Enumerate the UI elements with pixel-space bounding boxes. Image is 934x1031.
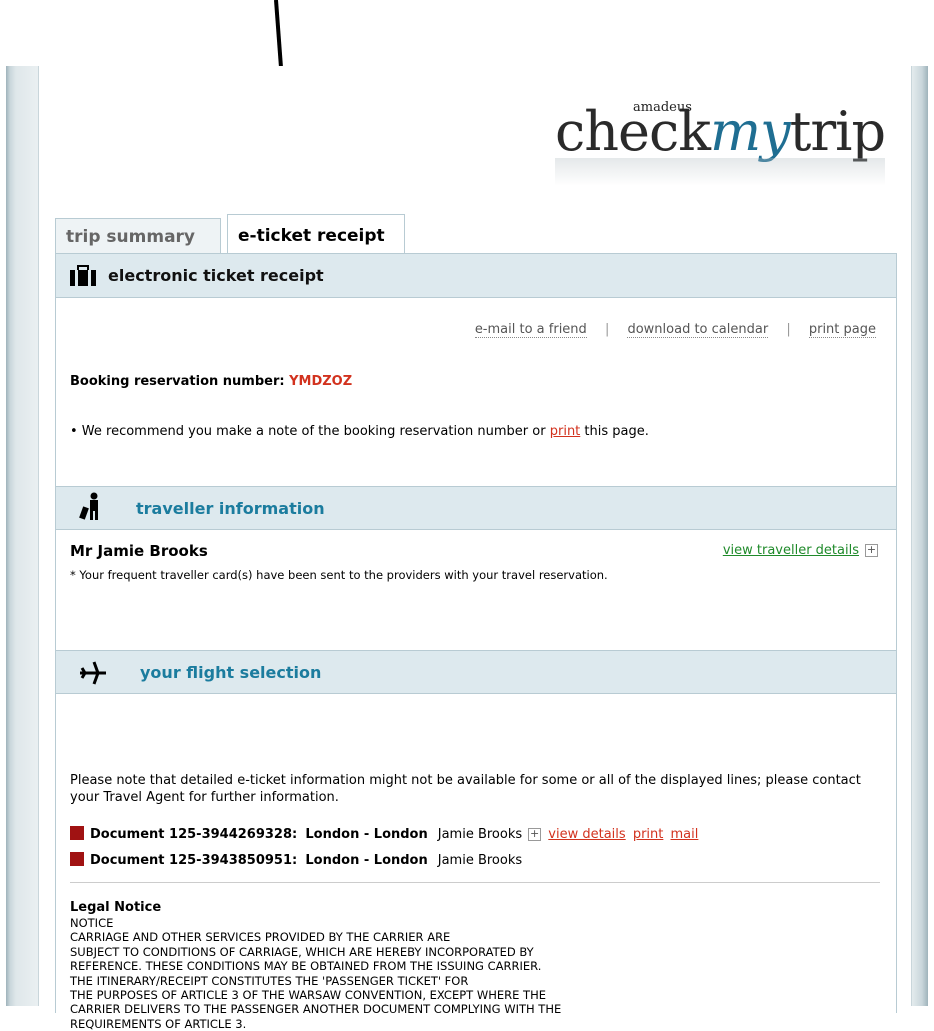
checkmytrip-logo: checkmytrip amadeus: [555, 94, 895, 189]
booking-label: Booking reservation number:: [70, 374, 285, 389]
recommend-note: • We recommend you make a note of the bo…: [70, 424, 649, 439]
view-traveller-details-link[interactable]: view traveller details: [723, 543, 859, 558]
tab-trip-summary[interactable]: trip summary: [55, 218, 221, 254]
booking-reference: Booking reservation number: YMDZOZ: [70, 374, 352, 389]
expand-icon[interactable]: +: [865, 544, 878, 557]
frequent-traveller-note: * Your frequent traveller card(s) have b…: [70, 568, 608, 582]
traveller-name: Mr Jamie Brooks: [70, 542, 208, 560]
download-calendar-link[interactable]: download to calendar: [627, 322, 769, 338]
view-details-link[interactable]: view details: [548, 827, 625, 842]
document-marker: [70, 852, 84, 866]
page-body: checkmytrip amadeus trip summary e-ticke…: [38, 66, 912, 1031]
receipt-actions: e-mail to a friend | download to calenda…: [474, 322, 876, 338]
print-document-link[interactable]: print: [633, 827, 664, 842]
expand-icon[interactable]: +: [528, 828, 542, 841]
logo-wordmark: checkmytrip: [555, 100, 886, 163]
frame-edge: [910, 66, 928, 1006]
traveller-header: traveller information: [56, 486, 896, 530]
recommend-suffix: this page.: [584, 424, 649, 439]
flight-title: your flight selection: [140, 663, 322, 682]
document-row: Document 125-3944269328: London - London…: [70, 826, 698, 842]
legal-title: Legal Notice: [70, 900, 162, 915]
page-frame: checkmytrip amadeus trip summary e-ticke…: [6, 66, 928, 1031]
document-row: Document 125-3943850951: London - London…: [70, 852, 522, 868]
receipt-header: electronic ticket receipt: [56, 254, 896, 298]
separator: |: [786, 322, 791, 337]
flight-note: Please note that detailed e-ticket infor…: [70, 773, 861, 805]
view-traveller: view traveller details +: [723, 543, 878, 558]
tab-e-ticket-receipt[interactable]: e-ticket receipt: [227, 214, 405, 254]
document-passenger: Jamie Brooks: [437, 827, 523, 842]
document-marker: [70, 826, 84, 840]
booking-code: YMDZOZ: [289, 374, 353, 389]
document-label: Document 125-3943850951:: [90, 853, 298, 868]
mail-document-link[interactable]: mail: [671, 827, 699, 842]
traveller-icon: [79, 492, 98, 520]
receipt-title: electronic ticket receipt: [108, 266, 324, 285]
flight-header: your flight selection: [56, 650, 896, 694]
traveller-title: traveller information: [136, 499, 325, 518]
logo-amadeus: amadeus: [633, 100, 692, 115]
document-route: London - London: [305, 853, 428, 868]
logo-reflection: [555, 158, 885, 186]
recommend-text: • We recommend you make a note of the bo…: [70, 424, 546, 439]
email-friend-link[interactable]: e-mail to a friend: [474, 322, 587, 338]
divider: [70, 882, 880, 883]
document-route: London - London: [305, 827, 428, 842]
separator: |: [604, 322, 610, 337]
airplane-icon: [80, 661, 106, 685]
document-passenger: Jamie Brooks: [437, 853, 523, 868]
print-page-link[interactable]: print page: [808, 322, 876, 338]
document-label: Document 125-3944269328:: [90, 827, 298, 842]
print-link[interactable]: print: [550, 424, 581, 439]
legal-body: NOTICE CARRIAGE AND OTHER SERVICES PROVI…: [70, 916, 562, 1031]
briefcase-icon: [70, 265, 96, 286]
receipt-panel: electronic ticket receipt e-mail to a fr…: [55, 253, 897, 1031]
